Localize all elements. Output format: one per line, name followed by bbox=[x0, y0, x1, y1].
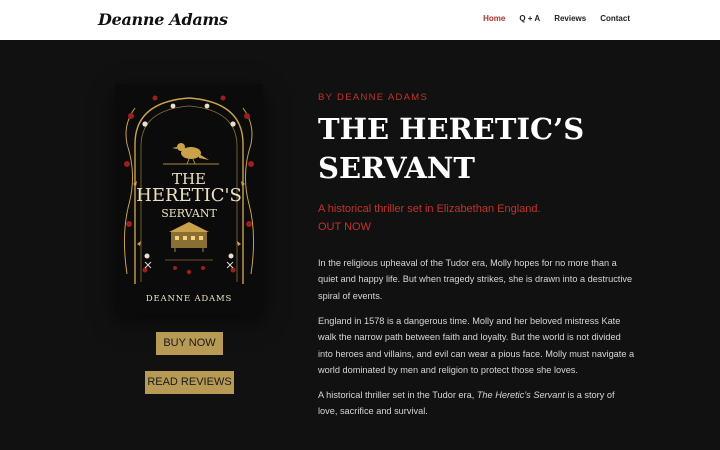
cover-title-line3: SERVANT bbox=[161, 207, 217, 220]
cover-title-line2: HERETIC'S bbox=[136, 185, 242, 206]
nav-qa[interactable]: Q + A bbox=[519, 14, 540, 23]
site-logo[interactable]: Deanne Adams bbox=[98, 10, 228, 29]
book-cover: THE HERETIC'S SERVANT DEANNE ADAMS bbox=[115, 84, 263, 315]
book-title-line1: THE HERETIC’S bbox=[318, 112, 585, 146]
book-tagline: A historical thriller set in Elizabethan… bbox=[318, 203, 541, 215]
site-header: Deanne Adams Home Q + A Reviews Contact bbox=[0, 0, 720, 40]
cover-author: DEANNE ADAMS bbox=[145, 294, 233, 304]
synopsis-paragraph-1: In the religious upheaval of the Tudor e… bbox=[318, 258, 633, 301]
para3-book-title: The Heretic’s Servant bbox=[476, 390, 565, 400]
read-reviews-button[interactable]: READ REVIEWS bbox=[145, 371, 234, 394]
synopsis-paragraph-3: A historical thriller set in the Tudor e… bbox=[318, 387, 636, 420]
book-title-line2: SERVANT bbox=[318, 151, 475, 185]
book-byline: BY DEANNE ADAMS bbox=[318, 92, 429, 103]
para3-text-start: A historical thriller set in the Tudor e… bbox=[318, 390, 477, 400]
main-nav: Home Q + A Reviews Contact bbox=[483, 14, 630, 23]
nav-home[interactable]: Home bbox=[483, 14, 505, 23]
release-status: OUT NOW bbox=[318, 221, 371, 233]
book-title: THE HERETIC’S SERVANT bbox=[318, 110, 638, 188]
nav-contact[interactable]: Contact bbox=[600, 14, 630, 23]
hero-section: THE HERETIC'S SERVANT DEANNE ADAMS BUY N… bbox=[0, 40, 720, 450]
nav-reviews[interactable]: Reviews bbox=[554, 14, 586, 23]
synopsis-paragraph-2: England in 1578 is a dangerous time. Mol… bbox=[318, 316, 635, 375]
buy-now-button[interactable]: BUY NOW bbox=[156, 332, 223, 355]
